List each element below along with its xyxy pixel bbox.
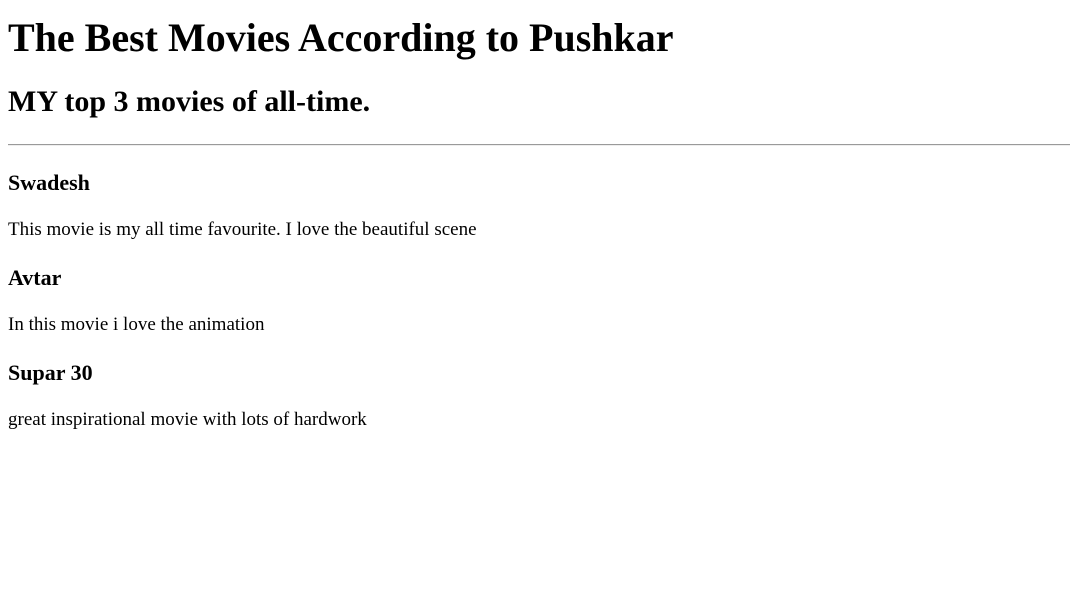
page-subtitle: MY top 3 movies of all-time. xyxy=(8,85,371,118)
movie-title: Avtar xyxy=(8,264,62,290)
page-content: The Best Movies According to Pushkar MY … xyxy=(0,15,1078,431)
movie-description: This movie is my all time favourite. I l… xyxy=(8,218,477,240)
divider xyxy=(8,143,1070,146)
movie-description: In this movie i love the animation xyxy=(8,313,265,335)
movie-item: Avtar In this movie i love the animation xyxy=(8,265,1070,336)
page-title: The Best Movies According to Pushkar xyxy=(8,15,674,60)
movie-list: Swadesh This movie is my all time favour… xyxy=(8,170,1070,431)
movie-title: Supar 30 xyxy=(8,359,93,385)
movie-item: Supar 30 great inspirational movie with … xyxy=(8,360,1070,431)
movie-description: great inspirational movie with lots of h… xyxy=(8,409,367,431)
movie-item: Swadesh This movie is my all time favour… xyxy=(8,170,1070,241)
movie-title: Swadesh xyxy=(8,169,90,195)
